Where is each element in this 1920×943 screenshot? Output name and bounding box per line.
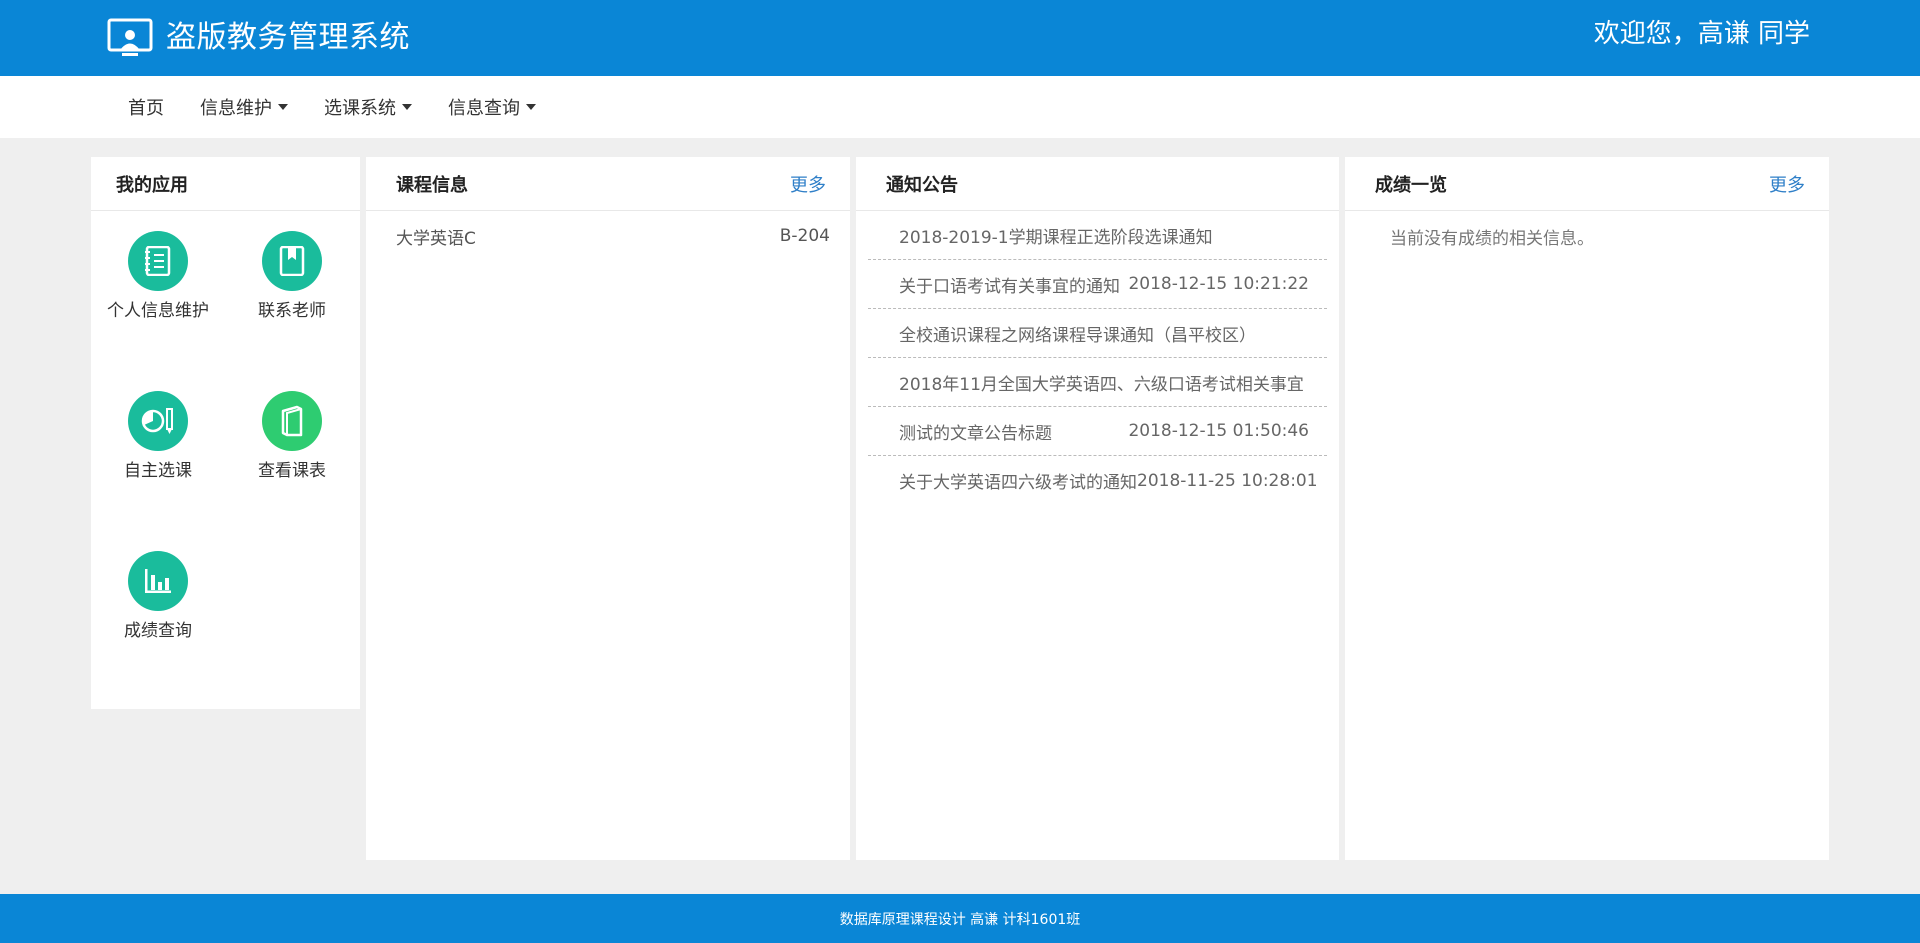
footer-text: 数据库原理课程设计 高谦 计科1601班 [839,911,1081,928]
nav-item-home[interactable]: 首页 [110,76,182,138]
notice-panel: 通知公告 2018-2019-1学期课程正选阶段选课通知 关于口语考试有关事宜的… [856,157,1339,860]
panel-title: 成绩一览 [1375,174,1447,196]
panel-header: 成绩一览 更多 [1345,157,1829,211]
nav-item-label: 选课系统 [324,98,396,119]
notice-title: 2018年11月全国大学英语四、六级口语考试相关事宜 [899,374,1304,395]
nav-item-label: 首页 [128,98,164,119]
main-nav: 首页 信息维护 选课系统 信息查询 [0,76,1920,138]
app-icon-circle [262,231,322,291]
app-label: 个人信息维护 [107,301,209,321]
course-room: B-204 [779,226,830,246]
notice-date: 2018-12-15 10:21:22 [1128,274,1309,294]
nav-item-info-maintain[interactable]: 信息维护 [182,76,306,138]
notice-date: 2018-12-15 01:50:46 [1128,421,1309,441]
app-personal-info[interactable]: 个人信息维护 [91,231,225,323]
notebook-icon [281,405,303,437]
pie-pencil-icon [141,408,173,434]
notice-date: 2018-11-25 10:28:01 [1137,470,1318,491]
more-link[interactable]: 更多 [1769,171,1805,197]
panel-title: 课程信息 [396,174,468,196]
app-grade-query[interactable]: 成绩查询 [91,551,225,643]
app-label: 成绩查询 [124,621,192,641]
course-info-panel: 课程信息 更多 大学英语C B-204 [366,157,850,860]
notice-title: 全校通识课程之网络课程导课通知（昌平校区） [899,325,1256,346]
caret-down-icon [526,104,536,110]
nav-item-course-select[interactable]: 选课系统 [306,76,430,138]
app-icon-circle [262,391,322,451]
list-item[interactable]: 关于口语考试有关事宜的通知 2018-12-15 10:21:22 [868,260,1327,309]
app-course-selection[interactable]: 自主选课 [91,391,225,483]
app-icon-circle [128,391,188,451]
more-link[interactable]: 更多 [790,171,826,197]
nav-item-label: 信息查询 [448,98,520,119]
notice-title: 2018-2019-1学期课程正选阶段选课通知 [899,227,1213,248]
empty-message: 当前没有成绩的相关信息。 [1390,228,1594,249]
nav-item-info-query[interactable]: 信息查询 [430,76,554,138]
notice-title: 测试的文章公告标题 [899,423,1052,444]
app-view-timetable[interactable]: 查看课表 [225,391,359,483]
app-title: 盗版教务管理系统 [166,20,410,55]
nav-item-label: 信息维护 [200,98,272,119]
course-name: 大学英语C [396,228,476,249]
bar-chart-icon [145,569,171,593]
top-header: 盗版教务管理系统 欢迎您，高谦 同学 [0,0,1920,76]
app-contact-teacher[interactable]: 联系老师 [225,231,359,323]
panel-header: 课程信息 更多 [366,157,850,211]
monitor-user-icon [107,18,153,56]
logo[interactable]: 盗版教务管理系统 [106,16,410,60]
app-label: 查看课表 [258,461,326,481]
app-grid: 个人信息维护 联系老师 自主选课 查看课表 成绩查询 [91,211,360,691]
list-item[interactable]: 2018-2019-1学期课程正选阶段选课通知 [868,211,1327,260]
list-item[interactable]: 大学英语C B-204 [366,211,850,261]
app-icon-circle [128,231,188,291]
score-panel: 成绩一览 更多 当前没有成绩的相关信息。 [1345,157,1829,860]
footer: 数据库原理课程设计 高谦 计科1601班 [0,894,1920,943]
document-icon [145,246,171,276]
notice-title: 关于口语考试有关事宜的通知 [899,276,1120,297]
my-apps-panel: 我的应用 个人信息维护 联系老师 自主选课 查看课表 成绩查询 [91,157,360,709]
panel-title: 我的应用 [116,174,188,196]
app-icon-circle [128,551,188,611]
notice-list: 2018-2019-1学期课程正选阶段选课通知 关于口语考试有关事宜的通知 20… [856,211,1339,505]
welcome-text: 欢迎您，高谦 同学 [1593,19,1810,49]
list-item[interactable]: 全校通识课程之网络课程导课通知（昌平校区） [868,309,1327,358]
app-label: 自主选课 [124,461,192,481]
list-item[interactable]: 关于大学英语四六级考试的通知 2018-11-25 10:28:01 [868,456,1327,505]
list-item[interactable]: 测试的文章公告标题 2018-12-15 01:50:46 [868,407,1327,456]
bookmark-book-icon [279,246,305,276]
list-item[interactable]: 2018年11月全国大学英语四、六级口语考试相关事宜 [868,358,1327,407]
panel-title: 通知公告 [886,174,958,196]
caret-down-icon [278,104,288,110]
caret-down-icon [402,104,412,110]
notice-title: 关于大学英语四六级考试的通知 [899,473,1137,493]
panel-header: 我的应用 [91,157,360,211]
app-label: 联系老师 [258,301,326,321]
nav-list: 首页 信息维护 选课系统 信息查询 [110,76,554,138]
panel-header: 通知公告 [856,157,1339,211]
